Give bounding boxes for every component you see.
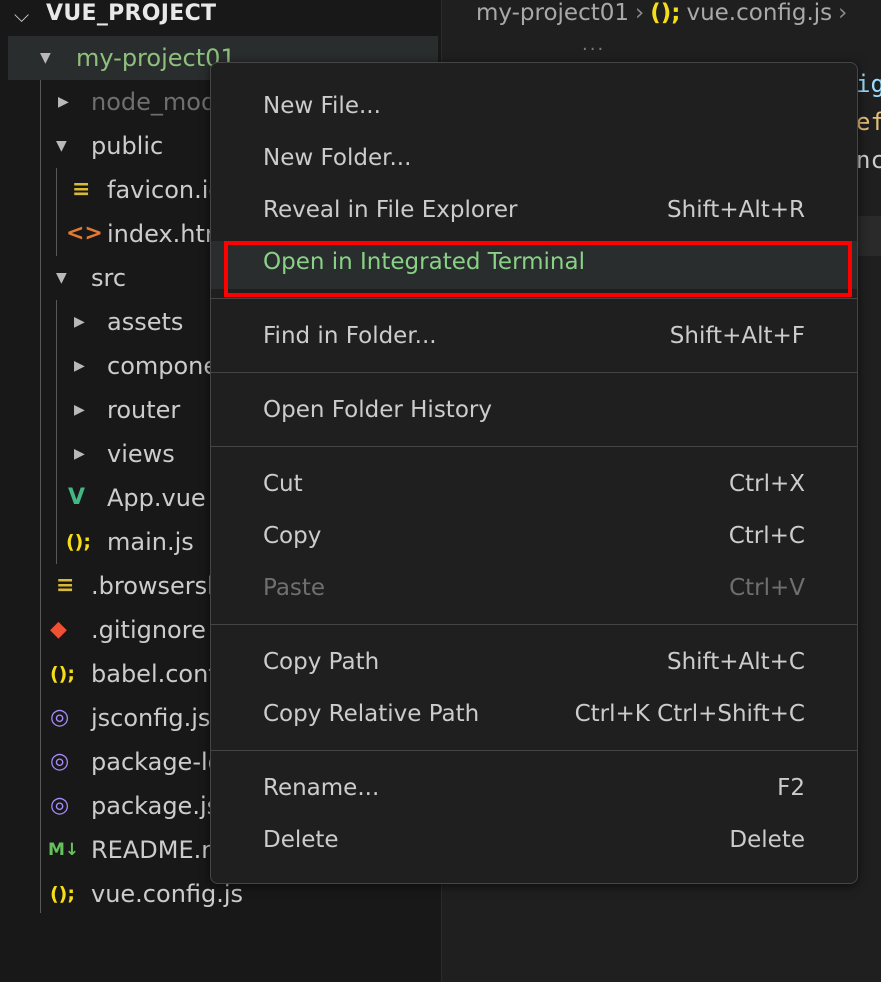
js-file-icon: (​); [50,883,75,905]
chevron-right-icon: ▶ [74,402,85,418]
menu-item-shortcut: Shift+Alt+C [666,649,805,675]
menu-item-shortcut: Delete [729,827,805,853]
file-label: .gitignore [91,616,206,644]
menu-item-shortcut: Ctrl+V [729,575,805,601]
breadcrumb: my-project01 › (​); vue.config.js › [476,0,853,26]
code-fragment: ef [856,108,881,136]
chevron-down-icon: ▼ [40,50,51,66]
menu-item-cut[interactable]: Cut Ctrl+X [211,463,857,511]
folder-label: views [107,440,175,468]
js-file-icon: (​); [66,531,91,553]
menu-item-label: Reveal in File Explorer [263,197,518,223]
menu-item-label: Copy Path [263,649,380,675]
menu-item-label: Copy [263,523,322,549]
menu-item-label: Paste [263,575,326,601]
menu-item-label: New File... [263,93,381,119]
lines-file-icon: ≡ [72,177,91,202]
markdown-file-icon: M↓ [48,840,80,860]
chevron-right-icon: › [838,0,848,26]
menu-item-delete[interactable]: Delete Delete [211,819,857,867]
menu-item-shortcut: Shift+Alt+R [667,197,805,223]
breadcrumb-file[interactable]: vue.config.js [686,0,832,26]
menu-item-find-in-folder[interactable]: Find in Folder... Shift+Alt+F [211,315,857,363]
menu-item-rename[interactable]: Rename... F2 [211,767,857,815]
menu-separator [211,750,857,751]
menu-item-label: Copy Relative Path [263,701,480,727]
menu-item-reveal-in-file-explorer[interactable]: Reveal in File Explorer Shift+Alt+R [211,189,857,237]
folder-label: assets [107,308,184,336]
chevron-down-icon: ▼ [56,270,67,286]
menu-separator [211,372,857,373]
chevron-down-icon: ▼ [56,138,67,154]
json-ring-icon: ◎ [50,705,70,730]
chevron-right-icon: ▶ [74,446,85,462]
menu-item-label: Rename... [263,775,380,801]
menu-item-copy[interactable]: Copy Ctrl+C [211,515,857,563]
json-ring-icon: ◎ [50,793,70,818]
menu-separator [211,446,857,447]
chevron-right-icon: ▶ [58,94,69,110]
chevron-right-icon: ▶ [74,358,85,374]
highlight-annotation-box [224,241,852,297]
menu-item-open-folder-history[interactable]: Open Folder History [211,389,857,437]
menu-item-shortcut: Ctrl+K Ctrl+Shift+C [574,701,805,727]
chevron-down-icon[interactable]: ⌵ [14,3,29,27]
js-file-icon: (​); [650,0,681,26]
menu-item-paste: Paste Ctrl+V [211,567,857,615]
menu-item-label: Open Folder History [263,397,492,423]
chevron-right-icon: ▶ [74,314,85,330]
menu-item-label: Find in Folder... [263,323,437,349]
menu-item-copy-relative-path[interactable]: Copy Relative Path Ctrl+K Ctrl+Shift+C [211,693,857,741]
menu-item-shortcut: Shift+Alt+F [669,323,805,349]
file-label: main.js [107,528,194,556]
git-file-icon: ◆ [50,617,67,642]
breadcrumb-overflow[interactable]: ... [582,34,605,55]
menu-item-copy-path[interactable]: Copy Path Shift+Alt+C [211,641,857,689]
explorer-header[interactable]: ⌵ VUE_PROJECT [0,0,441,30]
js-file-icon: (​); [50,663,75,685]
menu-item-label: New Folder... [263,145,412,171]
menu-item-shortcut: F2 [777,775,805,801]
menu-item-new-file[interactable]: New File... [211,85,857,133]
context-menu: New File... New Folder... Reveal in File… [210,62,858,884]
workspace-title: VUE_PROJECT [46,1,217,26]
menu-separator [211,624,857,625]
file-label: App.vue [107,484,206,512]
code-fragment: ig [856,70,881,98]
folder-label: router [107,396,181,424]
menu-item-label: Cut [263,471,303,497]
menu-separator [211,298,857,299]
folder-label: public [91,132,164,160]
folder-label: src [91,264,127,292]
breadcrumb-folder[interactable]: my-project01 [476,0,629,26]
menu-item-shortcut: Ctrl+C [728,523,805,549]
html-file-icon: <> [66,221,103,246]
menu-item-shortcut: Ctrl+X [729,471,805,497]
editor-line-highlight [856,216,881,256]
code-fragment: nc [856,146,881,174]
menu-item-new-folder[interactable]: New Folder... [211,137,857,185]
menu-item-label: Delete [263,827,339,853]
chevron-right-icon: › [635,0,645,26]
json-ring-icon: ◎ [50,749,70,774]
vue-file-icon: V [68,485,86,510]
lines-file-icon: ≡ [56,573,75,598]
